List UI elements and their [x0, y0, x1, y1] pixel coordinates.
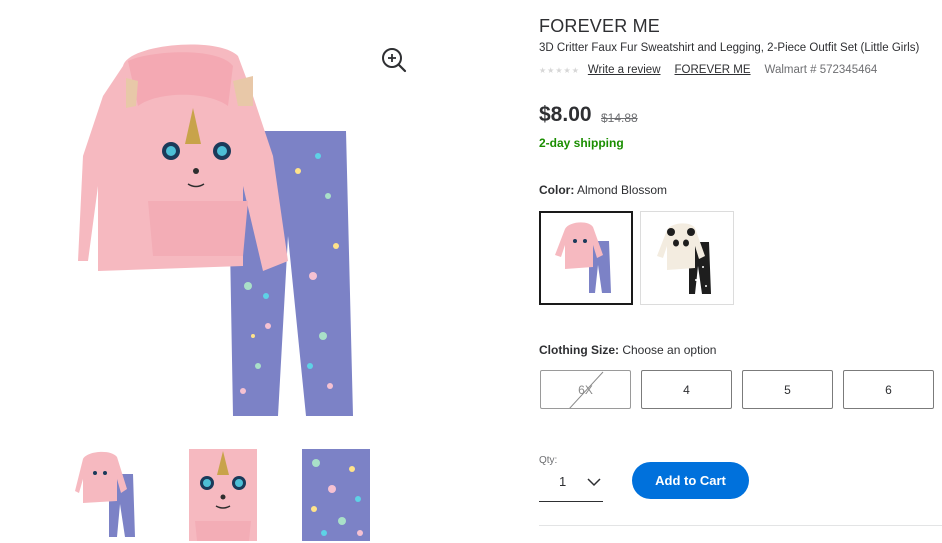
brand-link[interactable]: FOREVER ME — [675, 64, 751, 76]
current-price: $8.00 — [539, 103, 592, 126]
quantity-select[interactable]: 1 — [539, 466, 603, 502]
size-option-6x-unavailable[interactable]: 6X — [540, 370, 631, 409]
product-meta-row: ★★★★★ Write a review FOREVER ME Walmart … — [539, 62, 877, 78]
shipping-badge: 2-day shipping — [539, 136, 624, 150]
add-to-cart-button[interactable]: Add to Cart — [632, 462, 749, 499]
unavailable-slash-icon — [569, 371, 604, 408]
divider — [539, 525, 942, 526]
size-option-4[interactable]: 4 — [641, 370, 732, 409]
size-option-6[interactable]: 6 — [843, 370, 934, 409]
size-option-label: 6 — [885, 382, 892, 397]
color-selected-value: Almond Blossom — [577, 183, 668, 197]
color-label-key: Color: — [539, 183, 575, 197]
product-title: 3D Critter Faux Fur Sweatshirt and Leggi… — [539, 42, 920, 54]
size-option-5[interactable]: 5 — [742, 370, 833, 409]
write-review-link[interactable]: Write a review — [588, 64, 661, 76]
size-option-label: 4 — [683, 382, 690, 397]
was-price: $14.88 — [601, 111, 638, 125]
color-label: Color: Almond Blossom — [539, 183, 667, 197]
quantity-label: Qty: — [539, 455, 558, 466]
size-label-key: Clothing Size: — [539, 343, 619, 357]
thumbnail-3[interactable] — [302, 449, 370, 541]
quantity-value: 1 — [559, 474, 567, 489]
chevron-down-icon — [587, 478, 601, 487]
thumbnail-2[interactable] — [189, 449, 257, 541]
rating-stars: ★★★★★ — [539, 65, 580, 75]
zoom-in-icon[interactable] — [380, 46, 408, 74]
brand-title: FOREVER ME — [539, 16, 661, 36]
color-swatch-almond-blossom[interactable] — [539, 211, 633, 305]
thumbnail-1[interactable] — [75, 449, 143, 541]
item-number: Walmart # 572345464 — [764, 64, 878, 76]
size-label: Clothing Size: Choose an option — [539, 343, 716, 357]
size-option-label: 5 — [784, 382, 791, 397]
color-swatch-cream-panda[interactable] — [640, 211, 734, 305]
size-prompt: Choose an option — [622, 343, 717, 357]
main-product-image[interactable] — [68, 36, 378, 428]
hoodie-graphic — [78, 44, 288, 271]
